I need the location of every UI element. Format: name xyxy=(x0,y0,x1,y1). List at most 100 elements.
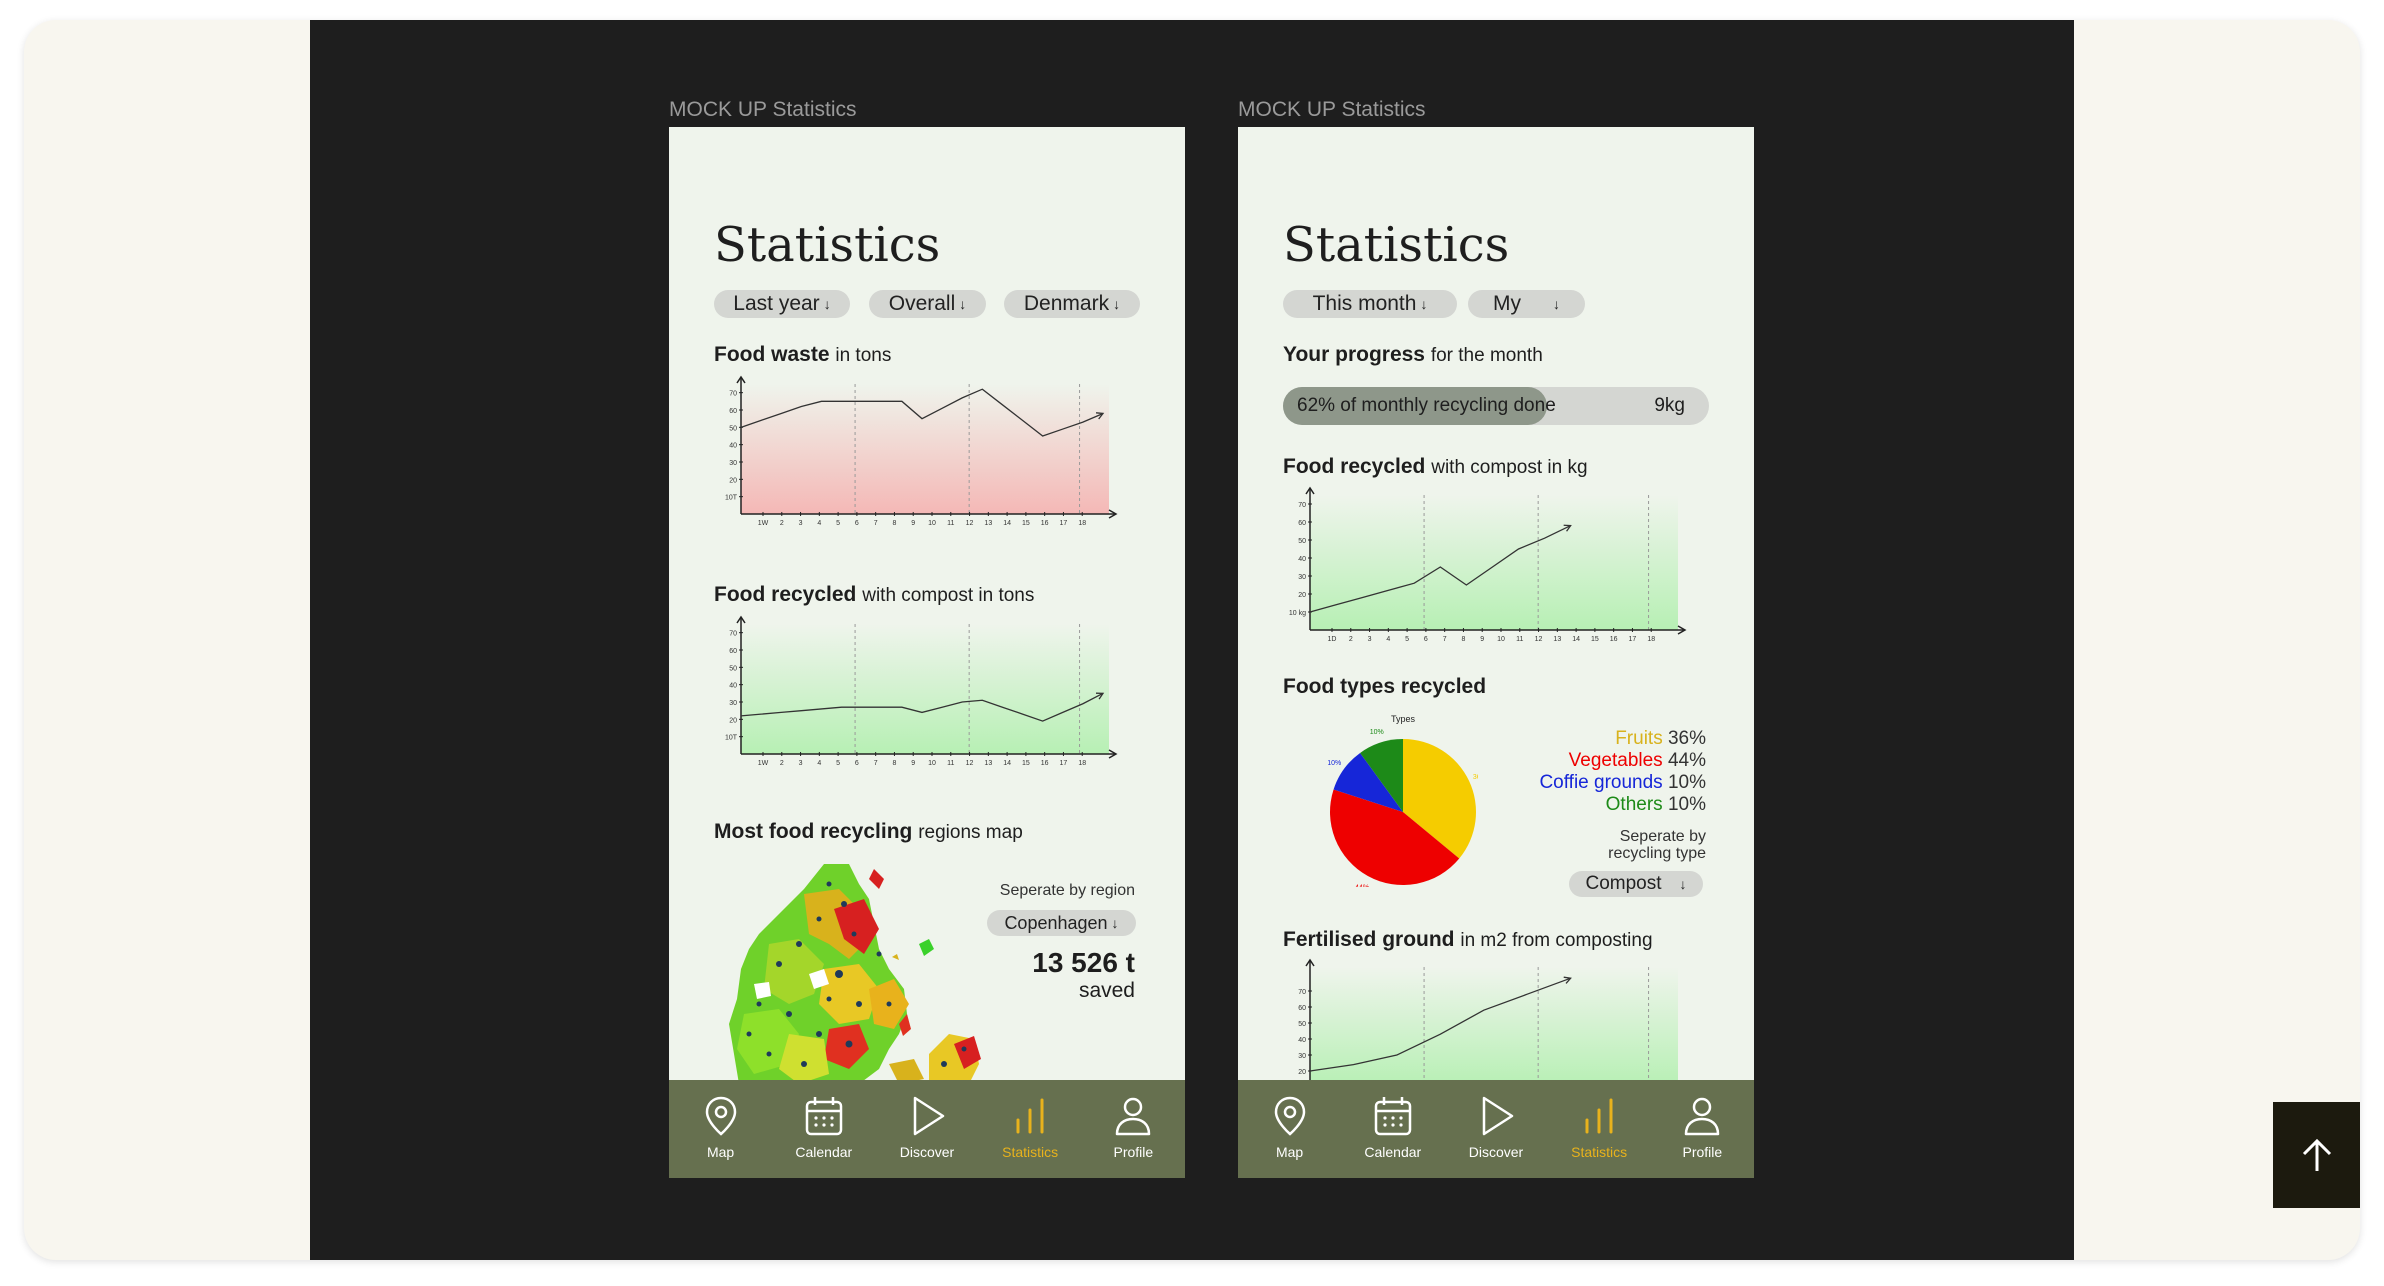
y-tick-label: 10T xyxy=(725,495,738,502)
heading-sub: regions map xyxy=(918,822,1023,843)
pie-label: 10% xyxy=(1370,729,1384,736)
food-recycled-chart: 10T 20 30 40 50 60 70 1W 2 3 4 5 6 7 8 9 10 11 12 13 14 15 16 1… xyxy=(725,615,1118,767)
y-tick-label: 30 xyxy=(729,460,737,467)
label-line: recycling type xyxy=(1608,845,1706,862)
page-title: Statistics xyxy=(1283,217,1510,273)
legend-label: Others xyxy=(1605,794,1663,815)
x-tick-label: 7 xyxy=(874,760,878,767)
tab-map[interactable]: Map xyxy=(1250,1094,1330,1160)
saved-label: saved xyxy=(1078,979,1135,1002)
x-tick-label: 10 xyxy=(1497,636,1505,643)
map-pin-icon xyxy=(705,1096,736,1136)
x-tick-label: 18 xyxy=(1078,760,1086,767)
phone-right: Statistics This month ↓ My ↓ Your progress… xyxy=(1238,127,1754,1178)
tab-profile[interactable]: Profile xyxy=(1093,1094,1173,1160)
heading-title: Food types recycled xyxy=(1283,675,1487,698)
calendar-icon xyxy=(1374,1097,1412,1136)
food-waste-heading: Food waste in tons xyxy=(714,343,891,367)
chart-area-fill xyxy=(741,384,1109,514)
y-tick-label: 50 xyxy=(729,425,737,432)
separate-by-type-label: Seperate by recycling type xyxy=(1608,828,1706,862)
frame-label-right: MOCK UP Statistics xyxy=(1238,98,1426,121)
separate-by-region-label: Seperate by region xyxy=(999,882,1135,899)
arrow-down-icon: ↓ xyxy=(1113,296,1121,312)
x-tick-label: 11 xyxy=(947,760,954,767)
user-icon xyxy=(1685,1097,1720,1136)
heading-sub: in tons xyxy=(835,345,892,366)
monthly-progress-bar: 62% of monthly recycling done 9kg xyxy=(1283,387,1709,425)
y-tick-label: 50 xyxy=(1298,538,1306,545)
y-tick-label: 30 xyxy=(729,700,737,707)
filter-label: This month xyxy=(1312,292,1417,315)
x-tick-label: 8 xyxy=(1461,636,1465,643)
tab-label: Calendar xyxy=(795,1144,853,1160)
tab-discover[interactable]: Discover xyxy=(887,1094,967,1160)
x-tick-label: 4 xyxy=(817,520,821,527)
y-tick-label: 70 xyxy=(1298,502,1306,509)
x-tick-label: 18 xyxy=(1647,636,1655,643)
tab-label: Statistics xyxy=(1571,1144,1628,1160)
tab-profile[interactable]: Profile xyxy=(1662,1094,1742,1160)
legend-others: Others 10% xyxy=(1606,794,1706,816)
y-tick-label: 30 xyxy=(1298,574,1306,581)
progress-text: 62% of monthly recycling done xyxy=(1297,395,1556,416)
x-tick-label: 3 xyxy=(799,760,803,767)
fertilised-ground-chart: 20 30 40 50 60 70 xyxy=(1298,958,1687,1087)
x-tick-label: 14 xyxy=(1003,520,1011,527)
tab-calendar[interactable]: Calendar xyxy=(1353,1094,1433,1160)
filter-scope[interactable]: My ↓ xyxy=(1468,290,1585,318)
play-icon xyxy=(1482,1096,1514,1136)
filter-scope[interactable]: Overall ↓ xyxy=(869,290,986,318)
arrow-down-icon: ↓ xyxy=(1553,296,1560,312)
y-tick-label: 70 xyxy=(1298,989,1306,996)
x-tick-label: 5 xyxy=(836,760,840,767)
tab-statistics[interactable]: Statistics xyxy=(990,1094,1070,1160)
y-tick-label: 40 xyxy=(729,683,737,690)
x-tick-label: 5 xyxy=(836,520,840,527)
y-tick-label: 60 xyxy=(1298,1005,1306,1012)
region-select[interactable]: Copenhagen ↓ xyxy=(987,910,1136,936)
heading-title: Most food recycling xyxy=(714,820,913,843)
select-label: Compost xyxy=(1585,873,1662,894)
x-tick-label: 11 xyxy=(1516,636,1523,643)
legend-value: 10% xyxy=(1667,794,1706,815)
heading-sub: for the month xyxy=(1430,345,1543,366)
heading-sub: with compost in kg xyxy=(1431,457,1588,478)
tab-bar: Map Calendar Discover Statistics Profile xyxy=(1238,1080,1754,1178)
x-tick-label: 7 xyxy=(874,520,878,527)
tab-label: Map xyxy=(706,1144,735,1160)
legend-label: Coffie grounds xyxy=(1539,772,1663,793)
arrow-down-icon: ↓ xyxy=(959,296,967,312)
food-recycled-heading: Food recycled with compost in kg xyxy=(1283,455,1588,479)
tab-label: Profile xyxy=(1682,1144,1723,1160)
scroll-to-top-button[interactable] xyxy=(2273,1102,2360,1208)
y-tick-label: 70 xyxy=(729,631,737,638)
fertilised-heading: Fertilised ground in m2 from composting xyxy=(1283,928,1653,952)
frame-label-left: MOCK UP Statistics xyxy=(669,98,857,121)
x-tick-label: 8 xyxy=(892,520,896,527)
tab-calendar[interactable]: Calendar xyxy=(784,1094,864,1160)
y-tick-label: 40 xyxy=(1298,1037,1306,1044)
heading-sub: with compost in tons xyxy=(862,585,1035,606)
legend-value: 36% xyxy=(1667,728,1706,749)
x-tick-label: 10 xyxy=(928,520,936,527)
x-tick-label: 9 xyxy=(911,520,915,527)
x-tick-label: 4 xyxy=(1386,636,1390,643)
filter-period[interactable]: Last year ↓ xyxy=(714,290,850,318)
legend-value: 44% xyxy=(1667,750,1706,771)
recycling-type-select[interactable]: Compost ↓ xyxy=(1569,871,1703,897)
tab-label: Discover xyxy=(899,1144,955,1160)
y-tick-label: 10 kg xyxy=(1289,610,1306,617)
tab-discover[interactable]: Discover xyxy=(1456,1094,1536,1160)
heading-sub: in m2 from composting xyxy=(1460,930,1653,951)
tab-map[interactable]: Map xyxy=(681,1094,761,1160)
food-types-heading: Food types recycled xyxy=(1283,675,1486,699)
x-tick-label: 13 xyxy=(984,520,992,527)
pie-title: Types xyxy=(1391,714,1416,724)
tab-statistics[interactable]: Statistics xyxy=(1559,1094,1639,1160)
filter-period[interactable]: This month ↓ xyxy=(1283,290,1457,318)
arrow-up-icon xyxy=(2302,1138,2331,1171)
x-tick-label: 2 xyxy=(1349,636,1353,643)
chart-area-fill xyxy=(1310,495,1678,630)
filter-region[interactable]: Denmark ↓ xyxy=(1004,290,1140,318)
